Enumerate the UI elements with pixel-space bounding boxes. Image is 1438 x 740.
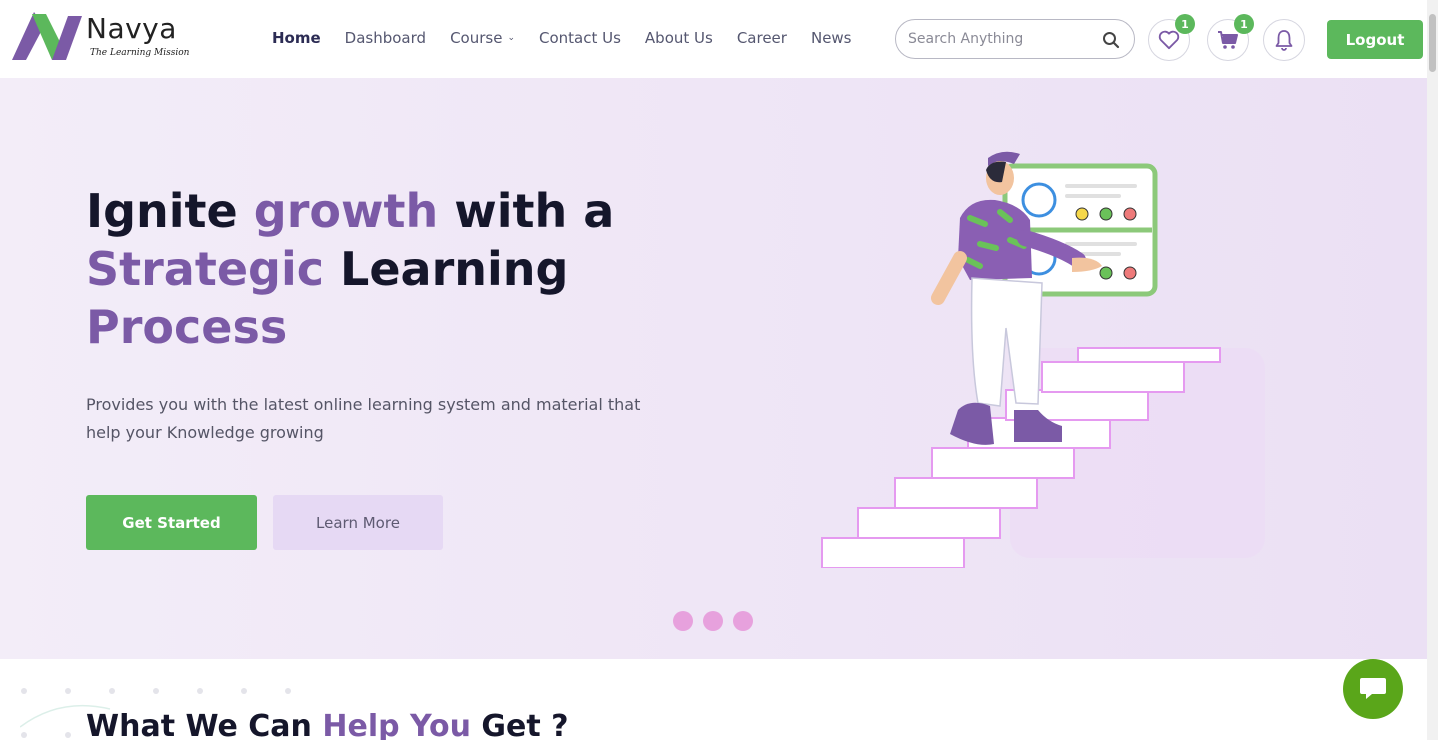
- section-title-accent: Help You: [322, 709, 471, 740]
- wishlist-count-badge: 1: [1175, 14, 1195, 34]
- section-title: What We Can Help You Get ?: [86, 709, 569, 740]
- bell-icon: [1275, 30, 1293, 51]
- hero-title: Ignite growth with a Strategic Learning …: [86, 182, 646, 356]
- nav-about-us[interactable]: About Us: [645, 29, 713, 47]
- chat-bubble-icon: [1360, 678, 1386, 699]
- hero-title-accent-strategic: Strategic: [86, 242, 324, 296]
- section-title-part2: Get ?: [470, 709, 569, 740]
- logout-button[interactable]: Logout: [1327, 20, 1423, 59]
- hero-illustration: [821, 151, 1265, 568]
- nav-home[interactable]: Home: [272, 29, 321, 47]
- search-icon[interactable]: [1102, 31, 1120, 49]
- logo-title: Navya: [86, 12, 177, 45]
- hero-title-accent-growth: growth: [253, 184, 439, 238]
- cart-count-badge: 1: [1234, 14, 1254, 34]
- logo-tagline: The Learning Mission: [90, 48, 190, 58]
- hero-description: Provides you with the latest online lear…: [86, 395, 641, 442]
- cart-button[interactable]: 1: [1207, 14, 1254, 61]
- logo-mark-icon: [12, 12, 82, 60]
- scrollbar-thumb[interactable]: [1429, 14, 1436, 72]
- carousel-dot-2[interactable]: [703, 611, 723, 631]
- carousel-dot-1[interactable]: [673, 611, 693, 631]
- hero-title-part1: Ignite: [86, 184, 254, 238]
- nav-course-label: Course: [450, 29, 503, 47]
- carousel-dots: [673, 611, 753, 631]
- nav-news[interactable]: News: [811, 29, 852, 47]
- page-scrollbar[interactable]: [1427, 0, 1438, 740]
- notifications-button[interactable]: [1263, 19, 1305, 61]
- wishlist-button[interactable]: 1: [1148, 14, 1195, 61]
- get-started-button[interactable]: Get Started: [86, 495, 257, 550]
- learn-more-button[interactable]: Learn More: [273, 495, 443, 550]
- nav-dashboard[interactable]: Dashboard: [345, 29, 426, 47]
- hero-section: Ignite growth with a Strategic Learning …: [0, 78, 1427, 659]
- section-title-part1: What We Can: [86, 709, 323, 740]
- site-header: Navya The Learning Mission Home Dashboar…: [0, 0, 1427, 78]
- nav-career[interactable]: Career: [737, 29, 787, 47]
- hero-title-part3: Learning: [324, 242, 569, 296]
- hero-title-accent-process: Process: [86, 300, 288, 354]
- chat-button[interactable]: [1343, 659, 1403, 719]
- logo[interactable]: Navya The Learning Mission: [12, 10, 192, 66]
- hero-title-part2: with a: [438, 184, 615, 238]
- heart-icon: [1158, 30, 1180, 50]
- chevron-down-icon: ⌄: [507, 33, 515, 43]
- nav-course[interactable]: Course ⌄: [450, 29, 515, 47]
- main-nav: Home Dashboard Course ⌄ Contact Us About …: [272, 29, 876, 47]
- nav-contact-us[interactable]: Contact Us: [539, 29, 621, 47]
- cart-icon: [1218, 31, 1238, 49]
- search-input[interactable]: [908, 29, 1098, 49]
- search-box: [895, 19, 1135, 59]
- services-section: What We Can Help You Get ?: [0, 659, 1427, 740]
- carousel-dot-3[interactable]: [733, 611, 753, 631]
